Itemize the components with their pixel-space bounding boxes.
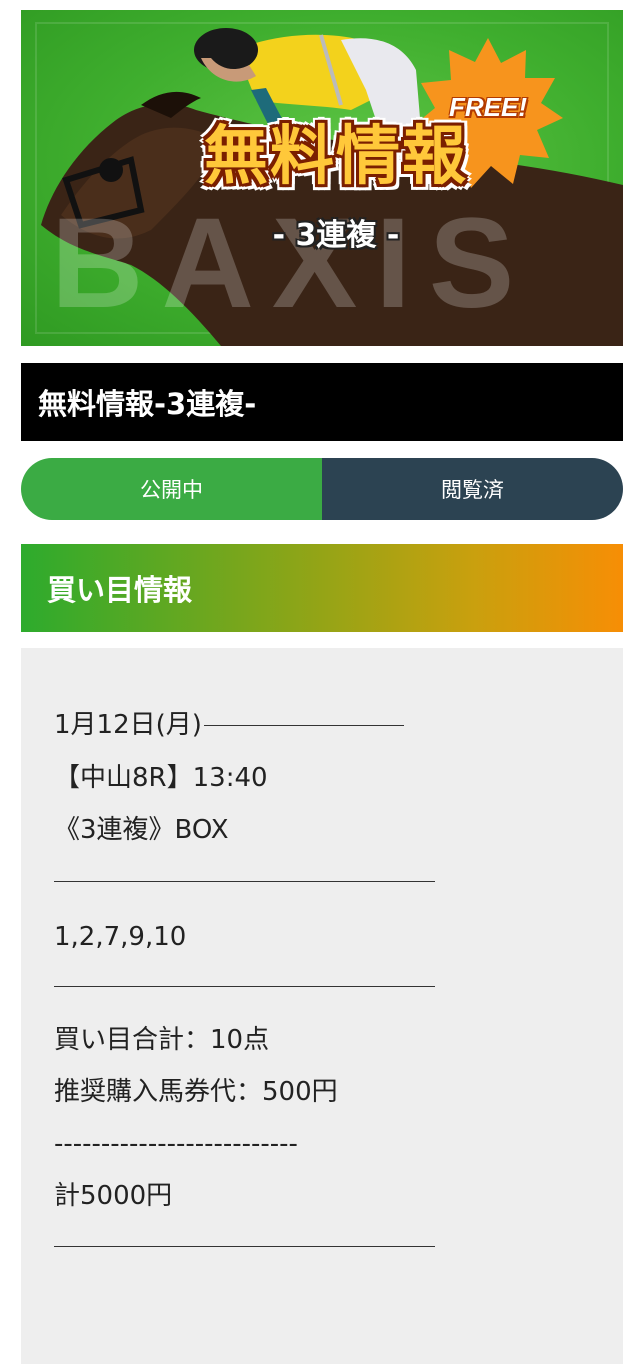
race-info: 【中山8R】13:40: [54, 763, 268, 793]
banner-title: 無料情報: [204, 120, 468, 194]
free-info-banner: BAXIS FREE! 無料情報 - 3連複 -: [21, 10, 623, 346]
race-date-line: 1月12日(月): [54, 712, 404, 738]
page-title: 無料情報-3連複-: [38, 387, 257, 421]
tab-viewed[interactable]: 閲覧済: [322, 458, 623, 520]
bet-info-box: 1月12日(月) 【中山8R】13:40 《3連複》BOX 1,2,7,9,10…: [21, 648, 623, 1364]
recommended-amount: 推奨購入馬券代：500円: [54, 1077, 338, 1107]
total-amount: 計5000円: [54, 1181, 173, 1211]
free-badge-label: FREE!: [449, 92, 527, 122]
total-points: 買い目合計：10点: [54, 1025, 270, 1055]
horse-numbers: 1,2,7,9,10: [54, 922, 187, 952]
section-header-title: 買い目情報: [47, 573, 193, 607]
banner-subtitle: - 3連複 -: [272, 218, 400, 254]
section-header: 買い目情報: [21, 544, 623, 632]
bet-type: 《3連複》BOX: [54, 815, 229, 845]
banner-title-group: 無料情報 - 3連複 -: [136, 122, 536, 254]
divider: [54, 1246, 435, 1247]
race-date: 1月12日(月): [54, 710, 202, 740]
divider: [54, 881, 435, 882]
date-divider: [203, 725, 404, 726]
status-tabs: 公開中 閲覧済: [21, 458, 623, 520]
page-title-bar: 無料情報-3連複-: [21, 363, 623, 441]
dash-separator: --------------------------: [54, 1129, 298, 1159]
divider: [54, 986, 435, 987]
tab-public[interactable]: 公開中: [21, 458, 322, 520]
